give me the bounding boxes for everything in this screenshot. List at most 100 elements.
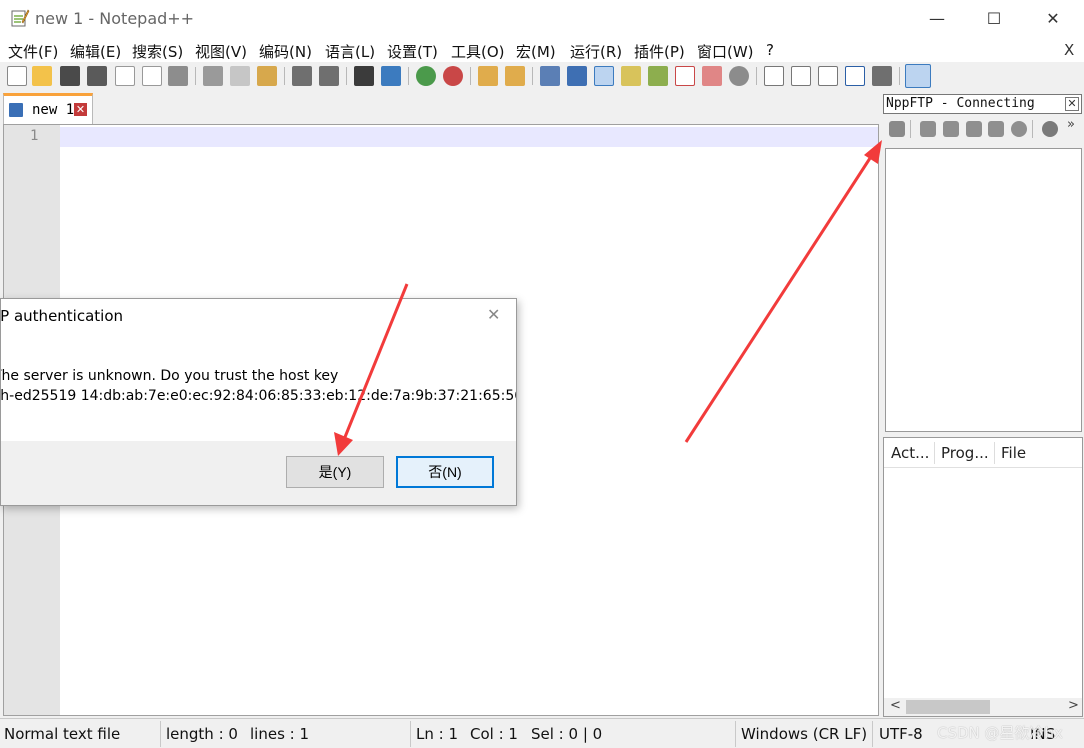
- function-list-icon[interactable]: [648, 66, 668, 86]
- close-all-icon[interactable]: [142, 66, 162, 86]
- play-macro-icon[interactable]: [818, 66, 838, 86]
- menu-help[interactable]: ?: [766, 41, 774, 59]
- indent-guide-icon[interactable]: [594, 66, 614, 86]
- queue-col-progress[interactable]: Prog...: [941, 444, 989, 462]
- doc-list-icon[interactable]: [702, 66, 722, 86]
- toolbar-separator: [346, 67, 347, 85]
- menu-bar: 文件(F) 编辑(E) 搜索(S) 视图(V) 编码(N) 语言(L) 设置(T…: [0, 38, 1084, 62]
- tab-new-1[interactable]: new 1 ✕: [3, 93, 93, 124]
- undo-icon[interactable]: [292, 66, 312, 86]
- status-lines: lines : 1: [250, 725, 310, 743]
- status-separator: [160, 721, 161, 747]
- queue-col-file[interactable]: File: [1001, 444, 1026, 462]
- close-window-button[interactable]: ✕: [1030, 4, 1076, 34]
- ftp-toolbar-separator: [1032, 120, 1033, 138]
- status-bar: Normal text file length : 0 lines : 1 Ln…: [0, 718, 1084, 748]
- menu-plugins[interactable]: 插件(P): [634, 41, 685, 62]
- title-bar: new 1 - Notepad++ — ☐ ✕: [0, 0, 1084, 38]
- minimize-button[interactable]: —: [914, 4, 960, 34]
- scrollbar-thumb[interactable]: [906, 700, 990, 714]
- download-icon[interactable]: [943, 121, 959, 137]
- open-file-icon[interactable]: [32, 66, 52, 86]
- paste-icon[interactable]: [257, 66, 277, 86]
- close-document-button[interactable]: X: [1064, 41, 1074, 59]
- toolbar-separator: [470, 67, 471, 85]
- sync-horizontal-icon[interactable]: [505, 66, 525, 86]
- upload-icon[interactable]: [966, 121, 982, 137]
- no-button[interactable]: 否(N): [396, 456, 494, 488]
- save-macro-icon[interactable]: [872, 66, 892, 86]
- window-title: new 1 - Notepad++: [35, 9, 195, 28]
- column-divider[interactable]: [934, 442, 935, 464]
- redo-icon[interactable]: [319, 66, 339, 86]
- new-file-icon[interactable]: [7, 66, 27, 86]
- show-all-chars-icon[interactable]: [567, 66, 587, 86]
- watermark: CSDN @星欲冷hx: [937, 724, 1063, 742]
- host-key-fingerprint: sh-ed25519 14:db:ab:7e:e0:ec:92:84:06:85…: [0, 388, 517, 404]
- ftp-toolbar-separator: [910, 120, 911, 138]
- menu-run[interactable]: 运行(R): [570, 41, 622, 62]
- dialog-close-icon[interactable]: ✕: [487, 305, 500, 324]
- menu-search[interactable]: 搜索(S): [132, 41, 183, 62]
- line-number: 1: [30, 128, 39, 144]
- disconnect-icon[interactable]: [920, 121, 936, 137]
- yes-button[interactable]: 是(Y): [286, 456, 384, 488]
- replace-icon[interactable]: [381, 66, 401, 86]
- status-sel: Sel : 0 | 0: [531, 725, 603, 743]
- copy-icon[interactable]: [230, 66, 250, 86]
- menu-encoding[interactable]: 编码(N): [259, 41, 312, 62]
- maximize-button[interactable]: ☐: [971, 4, 1017, 34]
- run-macro-multiple-icon[interactable]: [845, 66, 865, 86]
- remote-file-tree[interactable]: [885, 148, 1082, 432]
- dialog-button-area: 是(Y) 否(N): [1, 441, 516, 505]
- record-macro-icon[interactable]: [764, 66, 784, 86]
- nppftp-icon[interactable]: [905, 64, 931, 88]
- tab-close-icon[interactable]: ✕: [74, 103, 87, 116]
- scroll-right-icon[interactable]: >: [1068, 698, 1079, 713]
- menu-edit[interactable]: 编辑(E): [70, 41, 121, 62]
- queue-col-action[interactable]: Act...: [891, 444, 929, 462]
- monitoring-icon[interactable]: [729, 66, 749, 86]
- find-icon[interactable]: [354, 66, 374, 86]
- close-icon[interactable]: [115, 66, 135, 86]
- word-wrap-icon[interactable]: [540, 66, 560, 86]
- nppftp-panel: NppFTP - Connecting ✕ » Act... Prog... F…: [881, 93, 1084, 718]
- transfer-queue[interactable]: Act... Prog... File < >: [883, 437, 1083, 717]
- nppftp-close-icon[interactable]: ✕: [1065, 97, 1079, 111]
- folder-workspace-icon[interactable]: [675, 66, 695, 86]
- menu-macro[interactable]: 宏(M): [516, 41, 556, 62]
- menu-settings[interactable]: 设置(T): [387, 41, 438, 62]
- menu-file[interactable]: 文件(F): [8, 41, 58, 62]
- horizontal-scrollbar[interactable]: < >: [884, 698, 1082, 716]
- stop-record-icon[interactable]: [791, 66, 811, 86]
- sync-vertical-icon[interactable]: [478, 66, 498, 86]
- settings-icon[interactable]: [1042, 121, 1058, 137]
- ftp-auth-dialog: TP authentication ✕ The server is unknow…: [0, 298, 517, 506]
- menu-tools[interactable]: 工具(O): [451, 41, 505, 62]
- menu-language[interactable]: 语言(L): [325, 41, 375, 62]
- zoom-in-icon[interactable]: [416, 66, 436, 86]
- current-line-highlight[interactable]: [60, 127, 878, 147]
- cut-icon[interactable]: [203, 66, 223, 86]
- toolbar-separator: [408, 67, 409, 85]
- nppftp-title: NppFTP - Connecting: [886, 96, 1035, 111]
- chevron-more-icon[interactable]: »: [1067, 117, 1075, 132]
- menu-view[interactable]: 视图(V): [195, 41, 247, 62]
- connect-icon[interactable]: [889, 121, 905, 137]
- notepad-plus-plus-icon: [11, 9, 30, 27]
- scroll-left-icon[interactable]: <: [890, 698, 901, 713]
- dialog-title: TP authentication: [0, 307, 124, 325]
- abort-icon[interactable]: [1011, 121, 1027, 137]
- toolbar-separator: [899, 67, 900, 85]
- status-separator: [735, 721, 736, 747]
- status-col: Col : 1: [470, 725, 518, 743]
- menu-window[interactable]: 窗口(W): [697, 41, 754, 62]
- zoom-out-icon[interactable]: [443, 66, 463, 86]
- save-icon[interactable]: [60, 66, 80, 86]
- save-all-icon[interactable]: [87, 66, 107, 86]
- status-length: length : 0: [166, 725, 238, 743]
- refresh-icon[interactable]: [988, 121, 1004, 137]
- print-icon[interactable]: [168, 66, 188, 86]
- column-divider[interactable]: [994, 442, 995, 464]
- doc-map-icon[interactable]: [621, 66, 641, 86]
